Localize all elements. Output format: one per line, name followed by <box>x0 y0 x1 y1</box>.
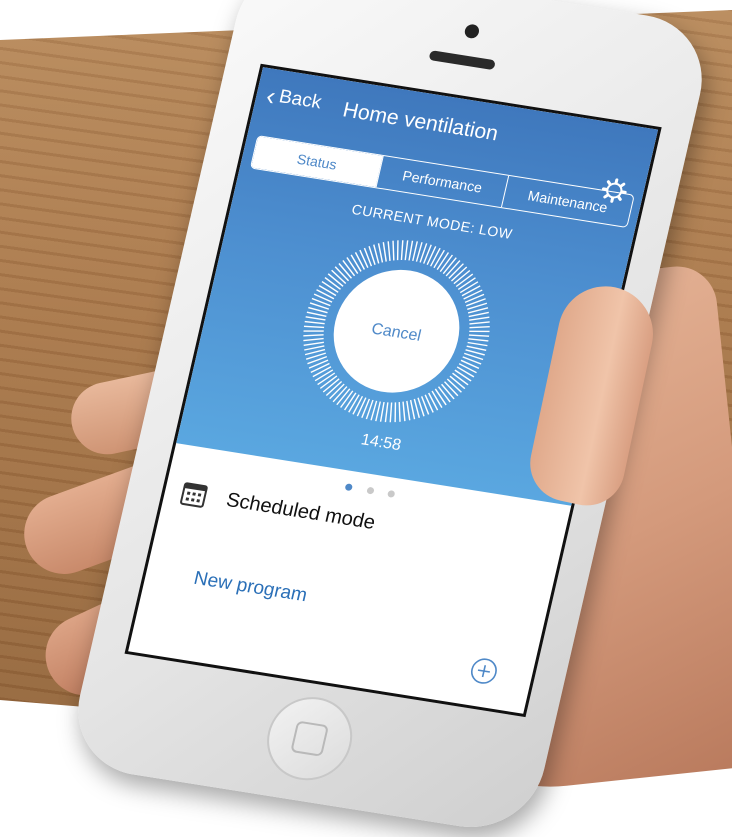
dial-tick <box>469 333 489 338</box>
page-dot <box>387 490 395 498</box>
dial-tick <box>394 240 403 260</box>
dial-tick <box>469 324 489 331</box>
dial-tick <box>431 247 440 267</box>
dial-tick <box>408 241 414 261</box>
chevron-left-icon: ‹ <box>264 82 278 109</box>
home-button[interactable] <box>259 691 361 786</box>
dial-tick <box>315 290 335 299</box>
calendar-icon <box>178 480 210 509</box>
dial-tick <box>427 246 436 266</box>
dial-tick <box>413 241 418 261</box>
dial-tick <box>403 240 410 260</box>
dial-tick <box>468 342 488 345</box>
page-dot <box>366 487 374 495</box>
dial-tick <box>306 317 326 320</box>
dial-tick <box>398 240 406 260</box>
front-camera <box>463 23 480 39</box>
back-label: Back <box>277 86 324 114</box>
new-program-link[interactable]: New program <box>192 568 310 607</box>
page-title: Home ventilation <box>340 98 500 146</box>
dial-tick <box>468 338 488 342</box>
dial-tick <box>307 312 327 316</box>
dial-tick <box>391 402 400 422</box>
dial-tick <box>380 402 386 422</box>
plus-circle-icon[interactable] <box>467 655 501 687</box>
dial-tick <box>304 324 324 329</box>
dial-tick <box>387 402 395 422</box>
timer-dial: Cancel <box>281 224 512 439</box>
dial-tick <box>376 402 381 422</box>
page-dot <box>345 483 353 491</box>
dial-tick <box>357 397 366 417</box>
dial-tick <box>458 364 478 373</box>
dial-tick <box>305 321 325 325</box>
earpiece-speaker <box>428 50 495 70</box>
dial-tick <box>313 294 333 302</box>
dial-tick <box>304 328 324 334</box>
dial-tick <box>460 360 480 368</box>
dial-tick <box>303 332 323 339</box>
dial-tick <box>383 402 390 422</box>
back-button[interactable]: ‹ Back <box>264 82 324 116</box>
dial-tick <box>469 328 489 334</box>
tab-status[interactable]: Status <box>251 136 383 187</box>
dial-tick <box>353 395 362 415</box>
dial-tick <box>466 346 486 350</box>
